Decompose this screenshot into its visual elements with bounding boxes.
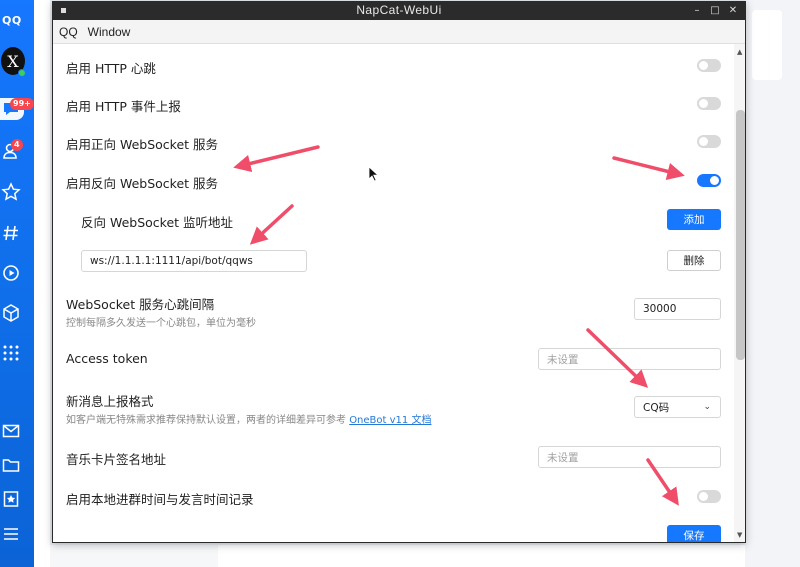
arrow-reverse-ws-label: [233, 145, 320, 173]
arrow-ws-address: [249, 204, 294, 245]
arrow-reverse-ws-toggle: [612, 156, 685, 180]
arrow-message-format: [586, 328, 649, 388]
mouse-cursor-icon: [368, 166, 380, 182]
arrow-local-record: [646, 458, 679, 506]
annotation-arrows: [233, 145, 685, 506]
